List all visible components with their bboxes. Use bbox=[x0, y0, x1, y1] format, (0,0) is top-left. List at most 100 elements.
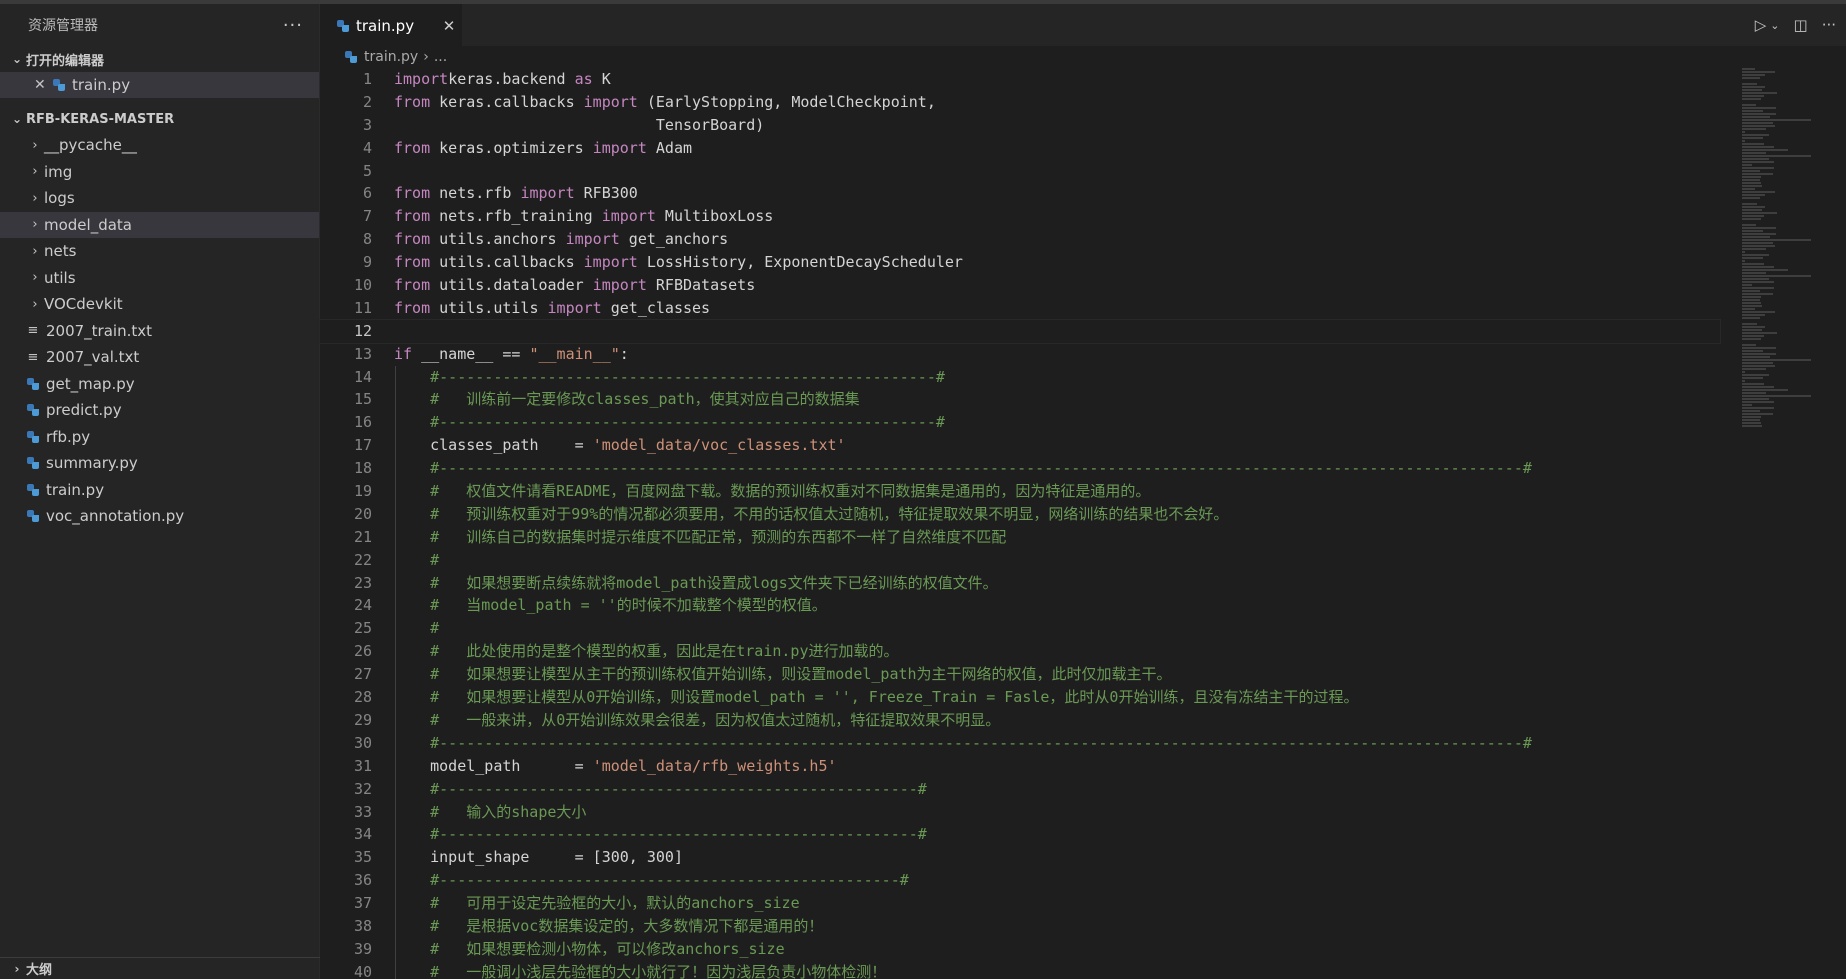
code-line[interactable]: 4 from keras.optimizers import Adam bbox=[320, 137, 1720, 160]
indent-guide bbox=[395, 937, 396, 961]
file-item[interactable]: get_map.py bbox=[0, 371, 319, 398]
code-line[interactable]: 20 # 预训练权重对于99%的情况都必须要用，不用的话权值太过随机，特征提取效… bbox=[320, 502, 1720, 526]
code-token: # bbox=[430, 619, 440, 638]
file-item[interactable]: ≡ 2007_train.txt bbox=[0, 318, 319, 345]
code-line[interactable]: 27 # 如果想要让模型从主干的预训练权值开始训练，则设置model_path为… bbox=[320, 663, 1720, 687]
code-line[interactable]: 19 # 权值文件请看README，百度网盘下载。数据的预训练权重对不同数据集是… bbox=[320, 480, 1720, 503]
minimap-line bbox=[1742, 98, 1762, 100]
code-line[interactable]: 2 from keras.callbacks import (EarlyStopp… bbox=[320, 91, 1720, 114]
breadcrumb-symbols[interactable]: ... bbox=[434, 49, 447, 65]
run-icon[interactable]: ▷ bbox=[1755, 16, 1767, 34]
ellipsis-icon[interactable]: ··· bbox=[1822, 16, 1836, 34]
minimap-line bbox=[1742, 77, 1761, 79]
project-section[interactable]: ⌄ RFB-KERAS-MASTER bbox=[0, 106, 319, 132]
code-line[interactable]: 12 bbox=[319, 318, 1721, 344]
close-icon[interactable]: ✕ bbox=[34, 77, 52, 93]
code-line[interactable]: 24 # 当model_path = ''的时候不加载整个模型的权值。 bbox=[320, 594, 1720, 618]
code-line[interactable]: 23 # 如果想要断点续练就将model_path设置成logs文件夹下已经训练… bbox=[320, 571, 1720, 595]
folder-item[interactable]: › model_data bbox=[0, 211, 319, 238]
code-text: #---------------------------------------… bbox=[372, 778, 927, 801]
code-line[interactable]: 38 # 是根据voc数据集设定的，大多数情况下都是通用的！ bbox=[320, 914, 1720, 938]
folder-item[interactable]: › VOCdevkit bbox=[0, 291, 319, 318]
split-editor-icon[interactable]: ◫ bbox=[1794, 16, 1808, 34]
code-line[interactable]: 3 TensorBoard) bbox=[320, 114, 1720, 137]
code-line[interactable]: 32 #------------------------------------… bbox=[320, 777, 1720, 801]
code-line[interactable]: 25 # bbox=[320, 617, 1720, 641]
code-line[interactable]: 14 #------------------------------------… bbox=[320, 365, 1720, 389]
code-token: utils.utils bbox=[430, 298, 548, 317]
minimap-line bbox=[1742, 395, 1812, 397]
outline-section[interactable]: › 大纲 bbox=[0, 957, 320, 979]
code-text: importkeras.backend as K bbox=[372, 68, 611, 91]
ellipsis-icon[interactable]: ··· bbox=[283, 15, 303, 36]
line-number: 12 bbox=[353, 321, 372, 340]
code-line[interactable]: 11 from utils.utils import get_classes bbox=[320, 297, 1720, 320]
tab-bar: train.py ✕ ▷ ⌄ ◫ ··· bbox=[320, 4, 1846, 46]
code-line[interactable]: 6 from nets.rfb import RFB300 bbox=[320, 182, 1720, 205]
code-line[interactable]: 8 from utils.anchors import get_anchors bbox=[320, 228, 1720, 251]
code-line[interactable]: 40 # 一般调小浅层先验框的大小就行了！因为浅层负责小物体检测！ bbox=[320, 960, 1720, 979]
code-line[interactable]: 30 #------------------------------------… bbox=[320, 731, 1720, 755]
folder-item[interactable]: › __pycache__ bbox=[0, 132, 319, 159]
minimap-line bbox=[1742, 332, 1777, 334]
open-editors-section[interactable]: ⌄ 打开的编辑器 bbox=[0, 46, 319, 72]
code-line[interactable]: 1 importkeras.backend as K bbox=[320, 68, 1720, 91]
minimap[interactable] bbox=[1742, 68, 1832, 488]
text-file-icon: ≡ bbox=[27, 349, 39, 365]
code-line[interactable]: 29 # 一般来讲，从0开始训练效果会很差，因为权值太过随机，特征提取效果不明显… bbox=[320, 708, 1720, 732]
indent-guide bbox=[395, 754, 396, 778]
code-line[interactable]: 9 from utils.callbacks import LossHistory… bbox=[320, 251, 1720, 274]
minimap-line bbox=[1742, 74, 1765, 76]
code-line[interactable]: 17 classes_path = 'model_data/voc_classe… bbox=[320, 434, 1720, 458]
code-token: # 此处使用的是整个模型的权重，因此是在train.py进行加载的。 bbox=[430, 642, 899, 661]
indent-guide bbox=[395, 457, 396, 481]
code-line[interactable]: 35 input_shape = [300, 300] bbox=[320, 846, 1720, 870]
file-item[interactable]: rfb.py bbox=[0, 424, 319, 451]
code-line[interactable]: 13 if __name__ == "__main__": bbox=[320, 343, 1720, 366]
code-line[interactable]: 34 #------------------------------------… bbox=[320, 823, 1720, 847]
minimap-line bbox=[1742, 425, 1762, 427]
code-line[interactable]: 22 # bbox=[320, 548, 1720, 572]
tab-train-py[interactable]: train.py ✕ bbox=[320, 4, 462, 46]
minimap-line bbox=[1742, 269, 1788, 271]
line-number: 4 bbox=[362, 138, 372, 157]
file-item[interactable]: ≡ 2007_val.txt bbox=[0, 344, 319, 371]
file-item[interactable]: predict.py bbox=[0, 397, 319, 424]
minimap-line bbox=[1742, 167, 1775, 169]
minimap-line bbox=[1742, 329, 1763, 331]
code-line[interactable]: 21 # 训练自己的数据集时提示维度不匹配正常，预测的东西都不一样了自然维度不匹… bbox=[320, 525, 1720, 549]
chevron-down-icon[interactable]: ⌄ bbox=[1770, 19, 1779, 32]
folder-item[interactable]: › logs bbox=[0, 185, 319, 212]
code-line[interactable]: 28 # 如果想要让模型从0开始训练，则设置model_path = '', F… bbox=[320, 686, 1720, 709]
minimap-line bbox=[1742, 131, 1745, 133]
folder-item[interactable]: › nets bbox=[0, 238, 319, 265]
folder-item[interactable]: › utils bbox=[0, 265, 319, 292]
code-token: # 如果想要让模型从0开始训练，则设置model_path = '', Free… bbox=[430, 688, 1359, 707]
open-editor-item[interactable]: ✕ train.py bbox=[0, 72, 319, 98]
breadcrumb-file[interactable]: train.py bbox=[364, 49, 418, 65]
indent-guide bbox=[395, 548, 396, 572]
file-item[interactable]: voc_annotation.py bbox=[0, 503, 319, 530]
code-line[interactable]: 26 # 此处使用的是整个模型的权重，因此是在train.py进行加载的。 bbox=[320, 640, 1720, 664]
code-line[interactable]: 39 # 如果想要检测小物体，可以修改anchors_size bbox=[320, 937, 1720, 961]
code-line[interactable]: 16 #------------------------------------… bbox=[320, 411, 1720, 435]
code-line[interactable]: 7 from nets.rfb_training import MultiboxL… bbox=[320, 205, 1720, 228]
code-text: # 输入的shape大小 bbox=[372, 801, 586, 824]
code-token: from bbox=[394, 138, 431, 157]
code-line[interactable]: 10 from utils.dataloader import RFBDatase… bbox=[320, 274, 1720, 297]
file-item[interactable]: train.py bbox=[0, 477, 319, 504]
code-editor[interactable]: 1 importkeras.backend as K 2 from keras.cal… bbox=[319, 68, 1721, 979]
close-icon[interactable]: ✕ bbox=[436, 17, 462, 35]
code-line[interactable]: 37 # 可用于设定先验框的大小，默认的anchors_size bbox=[320, 892, 1720, 915]
code-line[interactable]: 36 #------------------------------------… bbox=[320, 869, 1720, 893]
folder-item[interactable]: › img bbox=[0, 159, 319, 186]
code-line[interactable]: 31 model_path = 'model_data/rfb_weights.… bbox=[320, 754, 1720, 778]
code-token: 'model_data/rfb_weights.h5' bbox=[592, 756, 837, 775]
code-line[interactable]: 15 # 训练前一定要修改classes_path，使其对应自己的数据集 bbox=[320, 388, 1720, 412]
indent-guide bbox=[395, 960, 396, 979]
file-item[interactable]: summary.py bbox=[0, 450, 319, 477]
code-line[interactable]: 5 bbox=[320, 160, 1720, 183]
code-line[interactable]: 18 #------------------------------------… bbox=[320, 457, 1720, 481]
code-line[interactable]: 33 # 输入的shape大小 bbox=[320, 800, 1720, 824]
file-label: summary.py bbox=[46, 454, 138, 473]
